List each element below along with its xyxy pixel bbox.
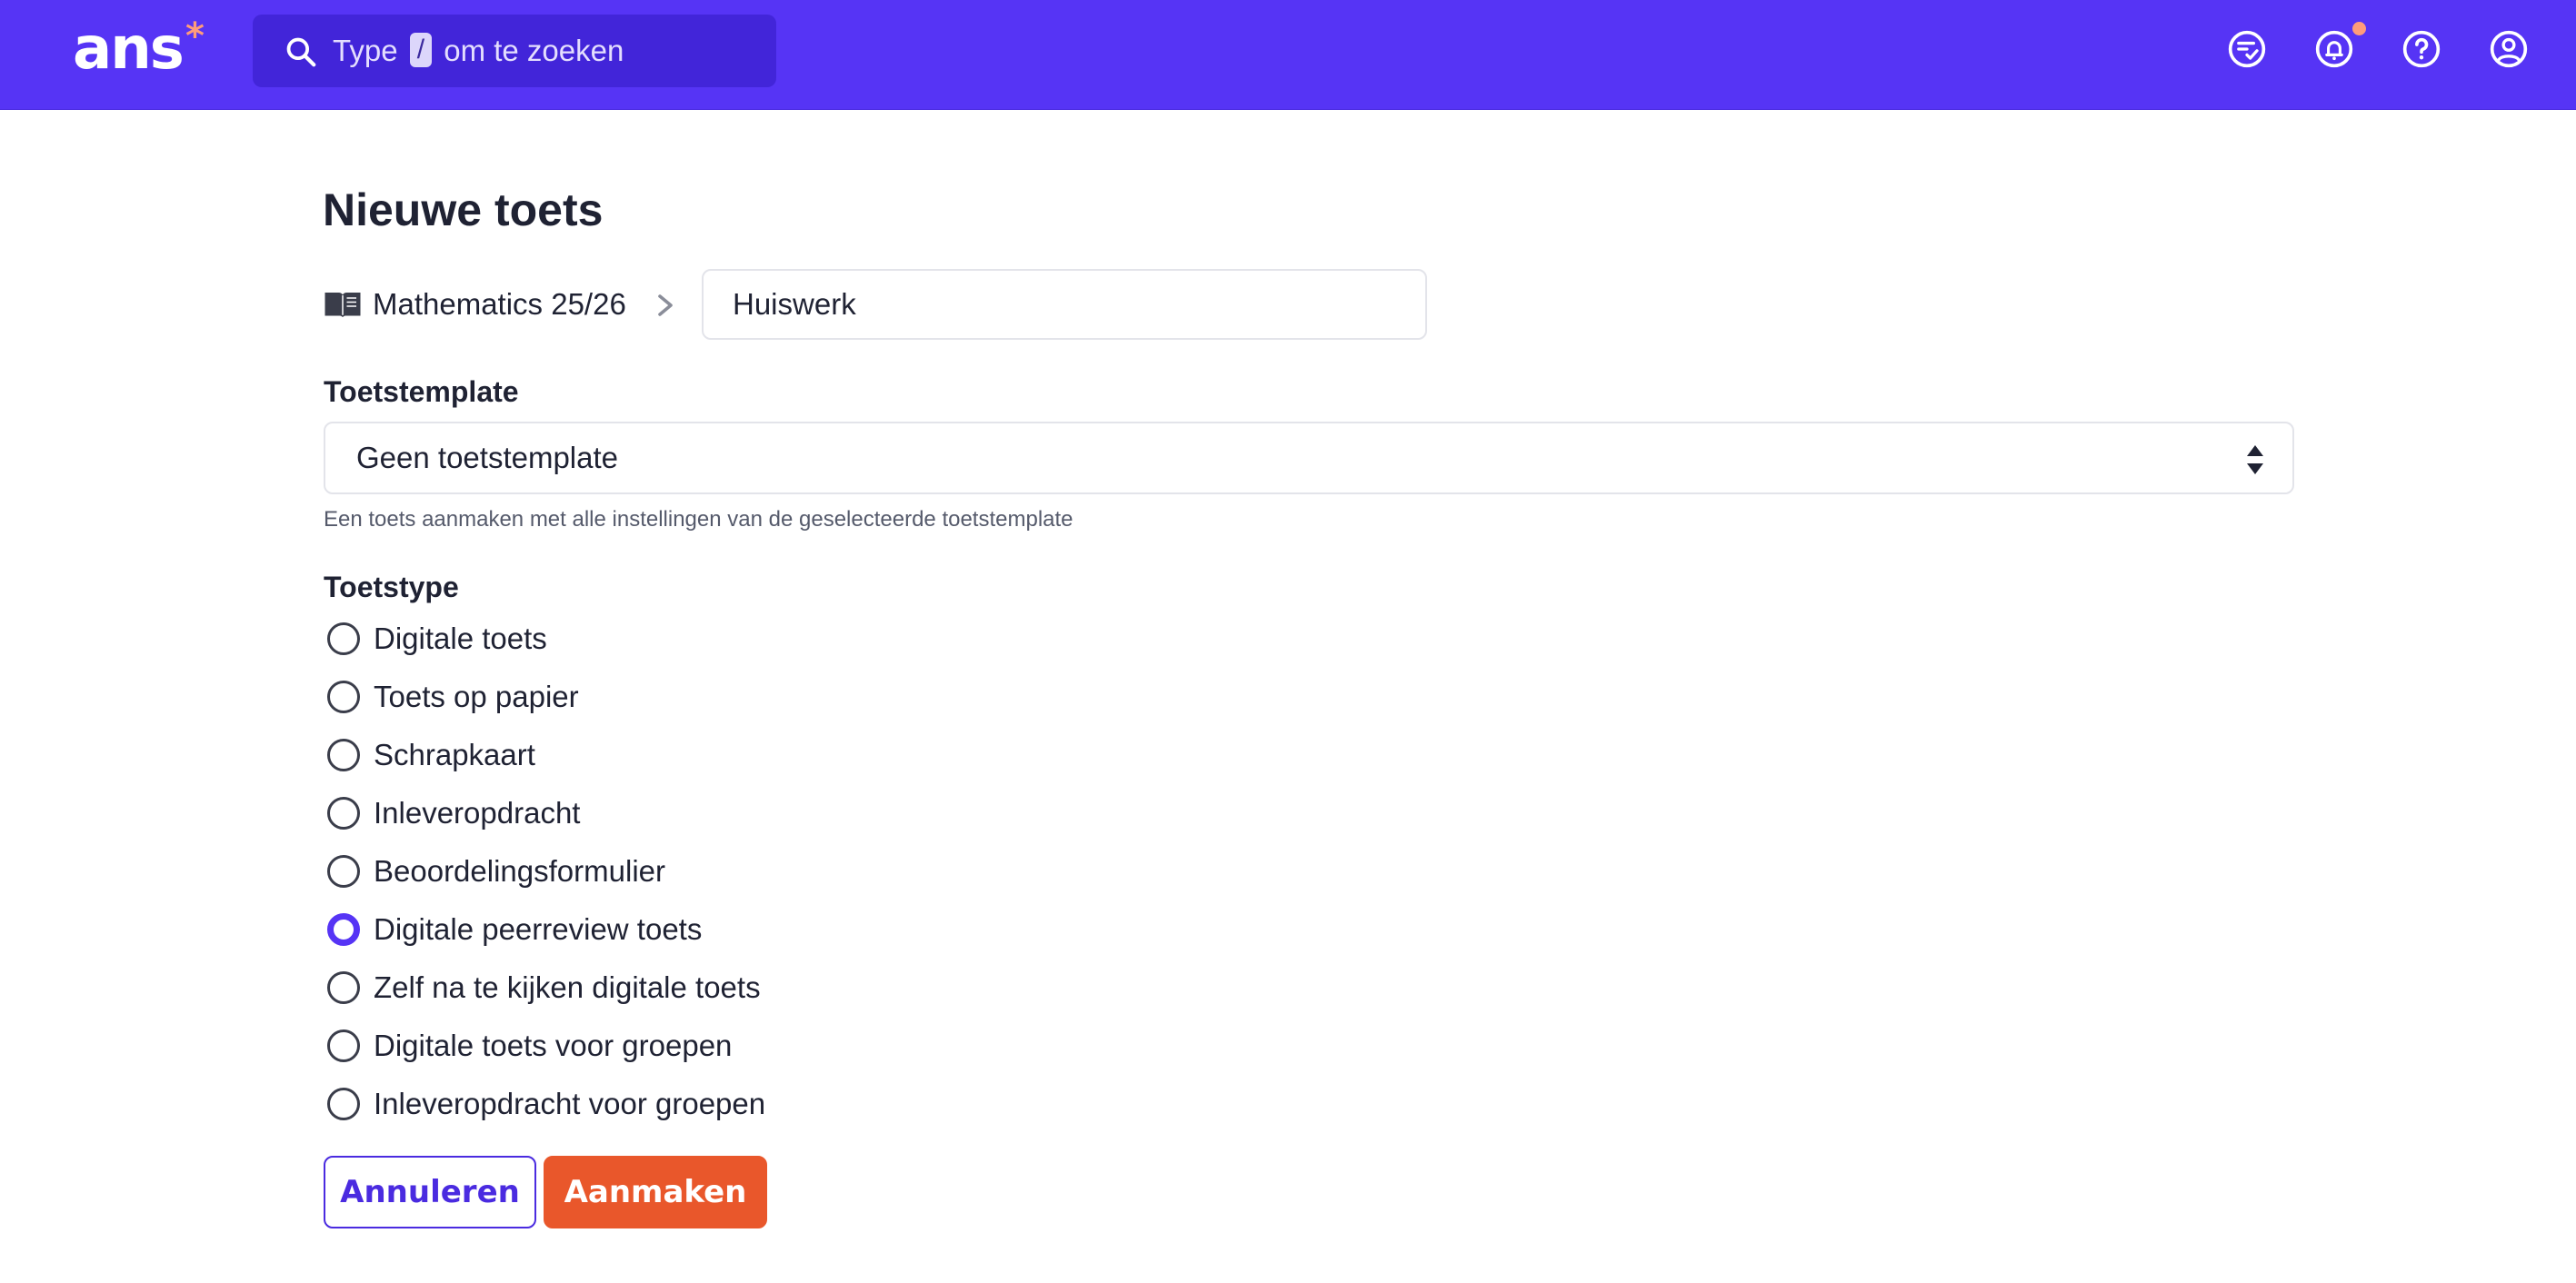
radio-option-label: Digitale peerreview toets <box>374 912 703 946</box>
page-title: Nieuwe toets <box>323 184 604 235</box>
radio-option-label: Inleveropdracht voor groepen <box>374 1087 766 1120</box>
radio-button[interactable] <box>327 1088 360 1120</box>
radio-button[interactable] <box>327 681 360 713</box>
notification-dot <box>2352 22 2366 35</box>
help-icon[interactable] <box>2401 29 2441 69</box>
top-bar: ans * Type / om te zoeken <box>0 0 2576 110</box>
template-select[interactable]: Geen toetstemplate <box>324 422 2294 494</box>
search-placeholder: Type / om te zoeken <box>333 15 624 87</box>
template-select-value: Geen toetstemplate <box>356 441 619 474</box>
radio-option-label: Toets op papier <box>374 680 579 713</box>
radio-button[interactable] <box>327 797 360 830</box>
test-type-label: Toetstype <box>324 571 459 603</box>
radio-button[interactable] <box>327 913 360 946</box>
create-button[interactable]: Aanmaken <box>544 1156 767 1228</box>
radio-option-label: Schrapkaart <box>374 738 535 771</box>
test-title-input[interactable] <box>702 269 1427 340</box>
chevron-right-icon <box>658 294 673 316</box>
radio-button[interactable] <box>327 622 360 655</box>
tasks-check-icon[interactable] <box>2227 29 2267 69</box>
search-shortcut-key: / <box>409 33 433 68</box>
radio-button[interactable] <box>327 971 360 1004</box>
radio-button[interactable] <box>327 855 360 888</box>
bell-icon[interactable] <box>2314 29 2354 69</box>
sort-arrows-icon <box>2247 445 2263 474</box>
radio-option-label: Zelf na te kijken digitale toets <box>374 970 761 1004</box>
radio-option-label: Beoordelingsformulier <box>374 854 665 888</box>
search-bar[interactable]: Type / om te zoeken <box>253 15 776 87</box>
cancel-button[interactable]: Annuleren <box>324 1156 536 1228</box>
template-label: Toetstemplate <box>324 375 519 408</box>
template-hint: Een toets aanmaken met alle instellingen… <box>324 507 1073 532</box>
radio-button[interactable] <box>327 1029 360 1062</box>
search-placeholder-after: om te zoeken <box>444 34 624 67</box>
book-icon <box>324 293 361 317</box>
user-account-icon[interactable] <box>2489 29 2529 69</box>
search-icon <box>286 37 316 67</box>
search-placeholder-before: Type <box>333 34 398 67</box>
radio-option-label: Digitale toets <box>374 622 547 655</box>
ans-logo[interactable]: ans <box>73 13 185 85</box>
radio-option-label: Digitale toets voor groepen <box>374 1029 733 1062</box>
radio-button[interactable] <box>327 739 360 771</box>
logo-asterisk: * <box>185 15 205 57</box>
radio-option-label: Inleveropdracht <box>374 796 581 830</box>
breadcrumb-course[interactable]: Mathematics 25/26 <box>373 282 626 327</box>
